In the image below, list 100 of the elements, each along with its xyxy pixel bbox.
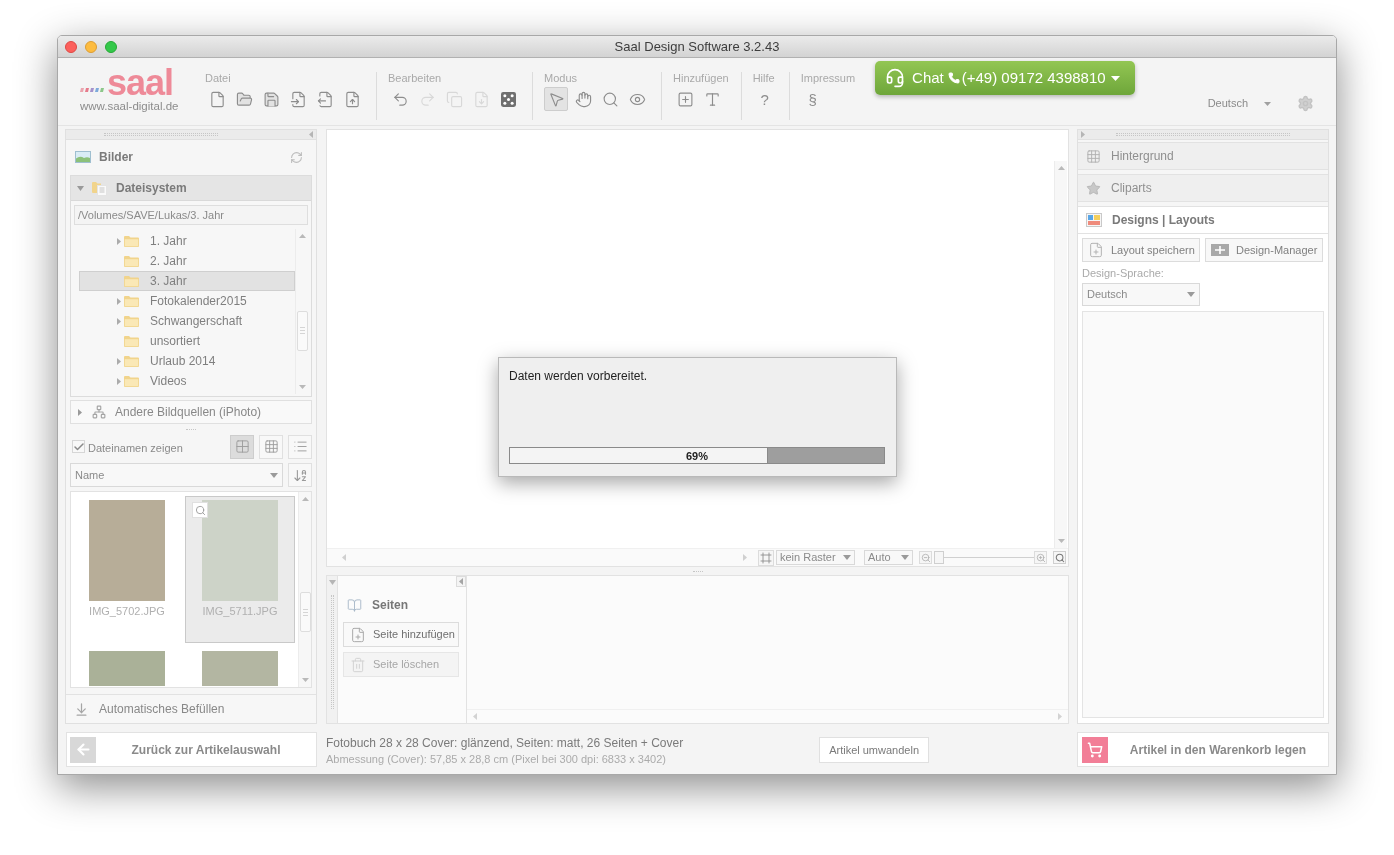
folder-document-icon bbox=[92, 180, 107, 196]
checkbox[interactable] bbox=[72, 440, 85, 453]
back-button[interactable]: Zurück zur Artikelauswahl bbox=[66, 732, 317, 767]
chat-button[interactable]: Chat (+49) 09172 4398810 bbox=[875, 61, 1136, 95]
section-header[interactable]: Andere Bildquellen (iPhoto) bbox=[70, 400, 312, 424]
scroll-thumb[interactable] bbox=[299, 592, 311, 633]
expand-arrow-icon[interactable] bbox=[117, 237, 121, 245]
zoom-slider[interactable] bbox=[934, 551, 1034, 564]
thumbnail[interactable]: IMG_5711.JPG bbox=[185, 496, 295, 643]
zoom-out-icon[interactable] bbox=[919, 551, 932, 564]
collapse-arrow-icon[interactable] bbox=[309, 131, 313, 138]
phone-icon bbox=[947, 72, 960, 84]
grid-icon bbox=[234, 439, 250, 454]
scroll-up-icon[interactable] bbox=[298, 234, 306, 238]
sort-select[interactable]: Name bbox=[70, 463, 283, 487]
add-page-button[interactable]: Seite hinzufügen bbox=[343, 622, 459, 647]
progress-label: 69% bbox=[686, 448, 708, 464]
scroll-right-icon[interactable] bbox=[1058, 713, 1062, 720]
zoom-select[interactable]: Auto bbox=[864, 550, 913, 565]
folder-icon bbox=[124, 235, 139, 247]
scrollbar[interactable] bbox=[298, 492, 311, 687]
grid-icon bbox=[1086, 148, 1101, 164]
plus-tile-icon bbox=[1211, 244, 1229, 256]
folder-row[interactable]: Videos bbox=[79, 371, 295, 391]
folder-row[interactable]: Urlaub 2014 bbox=[79, 351, 295, 371]
collapse-arrow-icon[interactable] bbox=[456, 576, 466, 587]
view-mode-button[interactable] bbox=[259, 434, 283, 459]
scroll-up-icon[interactable] bbox=[1057, 166, 1065, 170]
view-mode-button[interactable] bbox=[288, 434, 312, 459]
scroll-left-icon[interactable] bbox=[342, 554, 346, 561]
scrollbar[interactable] bbox=[467, 709, 1068, 723]
scroll-thumb[interactable] bbox=[296, 310, 308, 351]
folder-icon bbox=[124, 295, 139, 307]
toolbar-button[interactable]: ? bbox=[752, 87, 777, 111]
caret-icon[interactable] bbox=[78, 408, 82, 416]
grip-icon[interactable] bbox=[104, 133, 218, 136]
caret-icon[interactable] bbox=[77, 185, 84, 191]
scroll-down-icon[interactable] bbox=[301, 678, 309, 682]
folder-icon bbox=[124, 335, 139, 347]
folder-row[interactable]: 2. Jahr bbox=[79, 251, 295, 271]
scroll-down-icon[interactable] bbox=[1057, 539, 1065, 543]
expand-arrow-icon[interactable] bbox=[117, 317, 121, 325]
folder-row[interactable]: 3. Jahr bbox=[79, 271, 295, 291]
caret-icon bbox=[843, 555, 851, 560]
collapse-arrow-icon[interactable] bbox=[1081, 131, 1085, 138]
section-header[interactable]: Cliparts bbox=[1078, 174, 1328, 202]
trash-icon bbox=[350, 656, 366, 673]
scrollbar[interactable] bbox=[1054, 161, 1067, 548]
color-bars-icon bbox=[80, 88, 105, 92]
expand-arrow-icon[interactable] bbox=[117, 377, 121, 385]
headset-icon bbox=[885, 68, 906, 88]
slider-thumb[interactable] bbox=[934, 551, 944, 564]
folder-row[interactable]: 1. Jahr bbox=[79, 231, 295, 251]
page-arrow-icon bbox=[343, 90, 361, 108]
sort-button[interactable] bbox=[288, 463, 312, 487]
expand-arrow-icon[interactable] bbox=[117, 357, 121, 365]
path-field[interactable]: /Volumes/SAVE/Lukas/3. Jahr bbox=[74, 205, 308, 225]
folder-row[interactable]: unsortiert bbox=[79, 331, 295, 351]
caret-icon bbox=[270, 472, 278, 478]
network-icon bbox=[92, 405, 106, 419]
search-icon[interactable] bbox=[1053, 551, 1066, 564]
folder-icon bbox=[235, 90, 253, 108]
expand-arrow-icon[interactable] bbox=[117, 297, 121, 305]
add-to-cart-button[interactable]: Artikel in den Warenkorb legen bbox=[1077, 732, 1329, 767]
view-mode-button[interactable] bbox=[230, 434, 254, 459]
frame-icon[interactable] bbox=[758, 549, 774, 566]
zoom-in-icon[interactable] bbox=[1034, 551, 1047, 564]
maximize-icon[interactable] bbox=[105, 40, 117, 53]
minimize-icon[interactable] bbox=[85, 40, 97, 53]
scroll-right-icon[interactable] bbox=[743, 554, 747, 561]
section-header[interactable]: Designs | Layouts bbox=[1078, 206, 1328, 234]
toolbar-group-label: Hilfe bbox=[752, 72, 776, 85]
page-arrow-icon bbox=[316, 90, 334, 108]
caret-icon bbox=[1187, 291, 1195, 297]
refresh-icon[interactable] bbox=[290, 150, 303, 164]
convert-button[interactable]: Artikel umwandeln bbox=[819, 737, 929, 763]
language-select[interactable]: Deutsch bbox=[1207, 95, 1271, 112]
thumbnail[interactable]: IMG_5702.JPG bbox=[72, 496, 182, 643]
settings-icon[interactable] bbox=[1297, 95, 1314, 112]
section-header[interactable]: Hintergrund bbox=[1078, 142, 1328, 170]
folder-row[interactable]: Fotokalender2015 bbox=[79, 291, 295, 311]
close-icon[interactable] bbox=[65, 40, 77, 53]
language-select[interactable]: Deutsch bbox=[1082, 282, 1200, 306]
scroll-down-icon[interactable] bbox=[298, 385, 306, 389]
picture-icon bbox=[75, 151, 91, 163]
square-plus-icon bbox=[676, 90, 694, 108]
scrollbar[interactable] bbox=[295, 229, 308, 394]
scroll-up-icon[interactable] bbox=[301, 497, 309, 501]
toolbar-button[interactable]: § bbox=[800, 87, 825, 111]
search-icon[interactable] bbox=[192, 502, 208, 518]
design-manager-button[interactable]: Design-Manager bbox=[1205, 238, 1323, 262]
folder-row[interactable]: Schwangerschaft bbox=[79, 311, 295, 331]
collapse-arrow-icon[interactable] bbox=[328, 580, 336, 585]
grid-select[interactable]: kein Raster bbox=[776, 550, 855, 565]
grip-icon[interactable] bbox=[1116, 133, 1290, 136]
section-header[interactable]: Dateisystem bbox=[71, 176, 311, 201]
save-layout-button[interactable]: Layout speichern bbox=[1082, 238, 1200, 262]
toolbar-button[interactable] bbox=[544, 87, 568, 111]
grip-icon[interactable] bbox=[330, 595, 334, 709]
scroll-left-icon[interactable] bbox=[473, 713, 477, 720]
